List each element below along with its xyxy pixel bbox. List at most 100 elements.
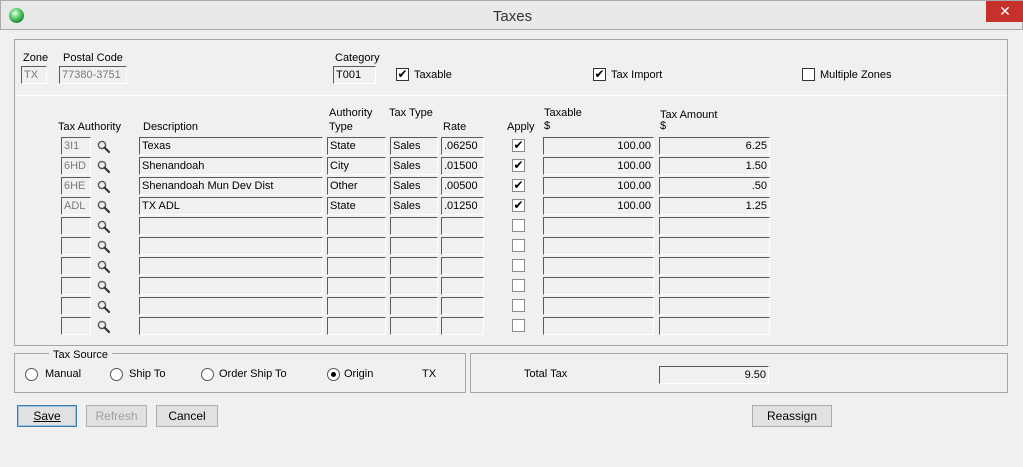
radio-origin[interactable] — [327, 368, 340, 381]
magnifier-icon[interactable] — [97, 260, 111, 274]
cell-auth-type[interactable]: State — [327, 197, 386, 215]
cell-rate[interactable]: .06250 — [441, 137, 484, 155]
apply-checkbox[interactable] — [512, 299, 525, 312]
cell-tax-type[interactable] — [390, 217, 438, 235]
cell-authority[interactable]: ADL — [61, 197, 91, 215]
magnifier-icon[interactable] — [97, 320, 111, 334]
cell-amount[interactable]: 1.50 — [659, 157, 770, 175]
cell-rate[interactable] — [441, 277, 484, 295]
total-tax-field[interactable]: 9.50 — [659, 366, 769, 384]
cell-taxable[interactable]: 100.00 — [543, 197, 654, 215]
cell-auth-type[interactable] — [327, 257, 386, 275]
apply-checkbox[interactable] — [512, 279, 525, 292]
reassign-button[interactable]: Reassign — [752, 405, 832, 427]
radio-ship-to[interactable] — [110, 368, 123, 381]
cell-taxable[interactable]: 100.00 — [543, 177, 654, 195]
cell-amount[interactable] — [659, 277, 770, 295]
cell-amount[interactable] — [659, 317, 770, 335]
cell-description[interactable] — [139, 317, 323, 335]
cell-auth-type[interactable] — [327, 217, 386, 235]
apply-checkbox[interactable] — [512, 239, 525, 252]
cell-description[interactable] — [139, 257, 323, 275]
apply-checkbox[interactable]: ✔ — [512, 178, 525, 192]
magnifier-icon[interactable] — [97, 140, 111, 154]
cell-amount[interactable] — [659, 297, 770, 315]
cell-auth-type[interactable]: Other — [327, 177, 386, 195]
cell-description[interactable]: Texas — [139, 137, 323, 155]
cell-rate[interactable] — [441, 317, 484, 335]
cell-auth-type[interactable] — [327, 297, 386, 315]
cell-amount[interactable] — [659, 217, 770, 235]
cell-tax-type[interactable]: Sales — [390, 137, 438, 155]
magnifier-icon[interactable] — [97, 200, 111, 214]
taxable-checkbox[interactable]: ✔ — [396, 67, 409, 81]
cell-authority[interactable] — [61, 317, 91, 335]
cell-authority[interactable] — [61, 237, 91, 255]
cell-taxable[interactable]: 100.00 — [543, 157, 654, 175]
save-button[interactable]: Save — [17, 405, 77, 427]
magnifier-icon[interactable] — [97, 160, 111, 174]
cell-amount[interactable]: .50 — [659, 177, 770, 195]
cell-rate[interactable] — [441, 217, 484, 235]
magnifier-icon[interactable] — [97, 220, 111, 234]
cell-tax-type[interactable] — [390, 297, 438, 315]
cell-amount[interactable] — [659, 237, 770, 255]
magnifier-icon[interactable] — [97, 180, 111, 194]
apply-checkbox[interactable] — [512, 219, 525, 232]
apply-checkbox[interactable] — [512, 319, 525, 332]
cell-authority[interactable] — [61, 257, 91, 275]
cell-taxable[interactable] — [543, 277, 654, 295]
cell-authority[interactable] — [61, 297, 91, 315]
cell-description[interactable]: Shenandoah Mun Dev Dist — [139, 177, 323, 195]
cell-rate[interactable] — [441, 237, 484, 255]
cell-tax-type[interactable] — [390, 257, 438, 275]
radio-order-ship-to[interactable] — [201, 368, 214, 381]
cell-auth-type[interactable] — [327, 237, 386, 255]
cell-auth-type[interactable] — [327, 317, 386, 335]
cell-tax-type[interactable]: Sales — [390, 177, 438, 195]
apply-checkbox[interactable]: ✔ — [512, 198, 525, 212]
cell-tax-type[interactable] — [390, 277, 438, 295]
cell-authority[interactable]: 6HD — [61, 157, 91, 175]
cell-amount[interactable]: 6.25 — [659, 137, 770, 155]
refresh-button[interactable]: Refresh — [86, 405, 147, 427]
cell-description[interactable]: TX ADL — [139, 197, 323, 215]
cell-authority[interactable] — [61, 277, 91, 295]
zone-field[interactable]: TX — [21, 66, 47, 84]
postal-code-field[interactable]: 77380-3751 — [59, 66, 127, 84]
apply-checkbox[interactable] — [512, 259, 525, 272]
cell-rate[interactable]: .00500 — [441, 177, 484, 195]
cell-tax-type[interactable]: Sales — [390, 157, 438, 175]
tax-import-checkbox[interactable]: ✔ — [593, 67, 606, 81]
cell-rate[interactable] — [441, 257, 484, 275]
cell-auth-type[interactable]: City — [327, 157, 386, 175]
cell-description[interactable] — [139, 277, 323, 295]
cell-tax-type[interactable] — [390, 317, 438, 335]
cell-description[interactable] — [139, 237, 323, 255]
apply-checkbox[interactable]: ✔ — [512, 158, 525, 172]
radio-manual[interactable] — [25, 368, 38, 381]
cell-rate[interactable] — [441, 297, 484, 315]
cell-taxable[interactable] — [543, 297, 654, 315]
cell-taxable[interactable] — [543, 257, 654, 275]
cell-taxable[interactable] — [543, 237, 654, 255]
cell-rate[interactable]: .01250 — [441, 197, 484, 215]
cell-tax-type[interactable] — [390, 237, 438, 255]
cell-description[interactable] — [139, 297, 323, 315]
cell-taxable[interactable]: 100.00 — [543, 137, 654, 155]
cell-auth-type[interactable] — [327, 277, 386, 295]
multiple-zones-checkbox[interactable] — [802, 68, 815, 81]
magnifier-icon[interactable] — [97, 240, 111, 254]
magnifier-icon[interactable] — [97, 280, 111, 294]
apply-checkbox[interactable]: ✔ — [512, 138, 525, 152]
cell-description[interactable]: Shenandoah — [139, 157, 323, 175]
cell-taxable[interactable] — [543, 317, 654, 335]
cell-authority[interactable]: 3I1 — [61, 137, 91, 155]
category-field[interactable]: T001 — [333, 66, 376, 84]
magnifier-icon[interactable] — [97, 300, 111, 314]
cell-amount[interactable]: 1.25 — [659, 197, 770, 215]
cell-auth-type[interactable]: State — [327, 137, 386, 155]
cell-rate[interactable]: .01500 — [441, 157, 484, 175]
cell-amount[interactable] — [659, 257, 770, 275]
cell-authority[interactable] — [61, 217, 91, 235]
